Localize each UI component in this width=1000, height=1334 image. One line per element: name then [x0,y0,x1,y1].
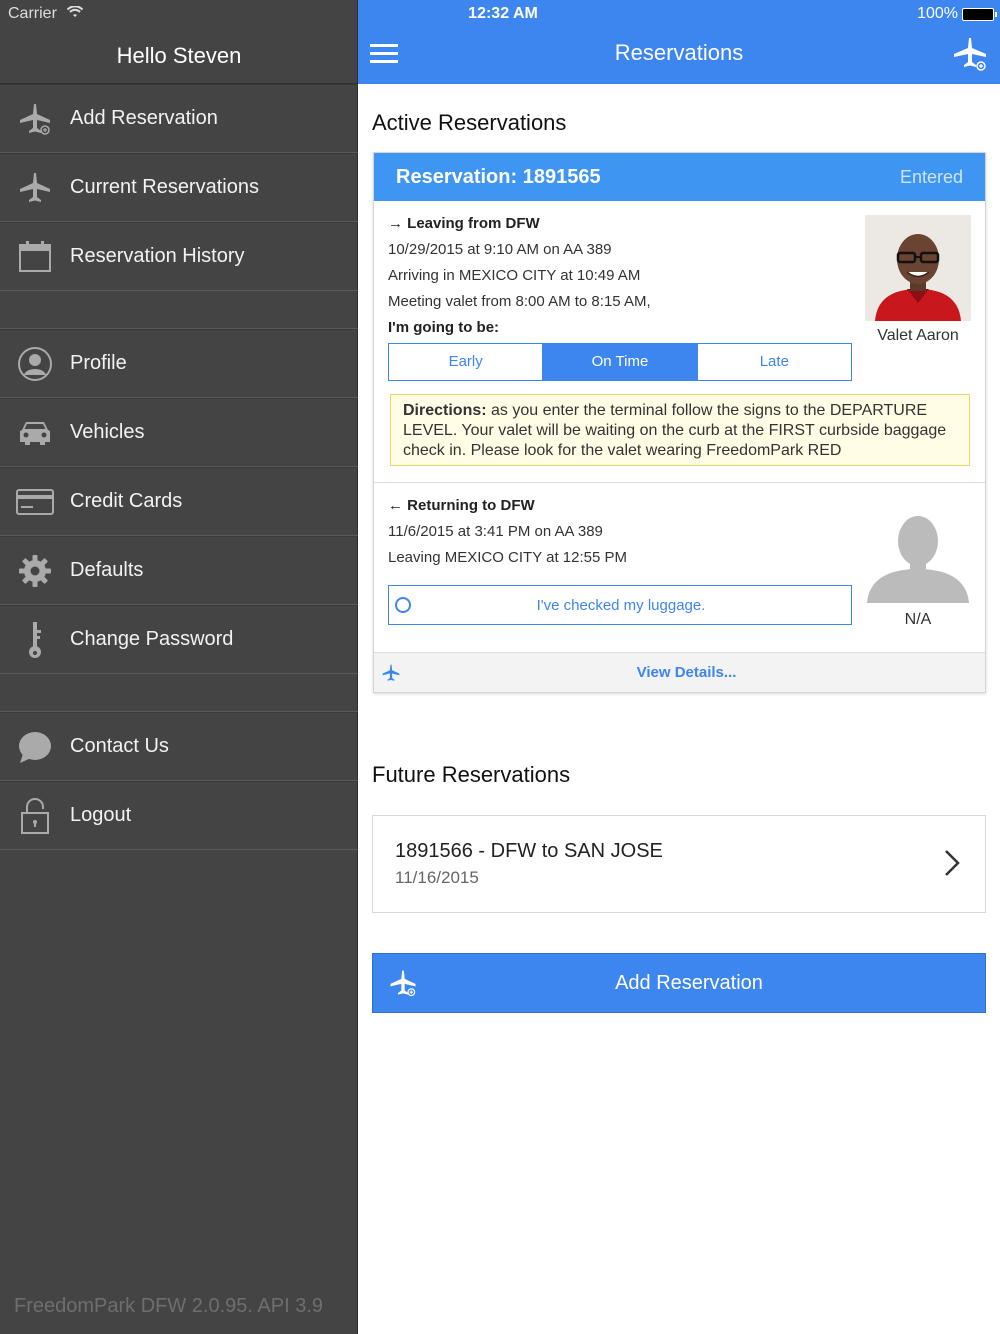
wifi-icon [67,5,84,21]
sidebar-item-label: Vehicles [70,421,145,443]
credit-card-icon [0,467,70,536]
sidebar-item-label: Change Password [70,628,234,650]
sidebar-item-label: Current Reservations [70,176,259,198]
sidebar-item-vehicles[interactable]: Vehicles [0,398,358,467]
future-reservation-date: 11/16/2015 [395,868,479,887]
battery-percent: 100% [917,5,958,22]
valet-name: Valet Aaron [877,327,959,344]
sidebar-item-contact-us[interactable]: Contact Us [0,712,358,781]
gear-icon [0,536,70,605]
view-details-link[interactable]: View Details... [374,652,985,692]
add-reservation-plane-icon[interactable] [952,36,988,72]
option-late[interactable]: Late [698,344,851,380]
directions-box: Directions: as you enter the terminal fo… [390,394,970,466]
chat-icon [0,712,70,781]
sidebar-item-logout[interactable]: Logout [0,781,358,850]
sidebar-menu: Add Reservation Current Reservations Res… [0,84,358,850]
lock-icon [0,781,70,850]
sidebar-item-label: Credit Cards [70,490,183,512]
battery-icon [962,7,997,21]
sidebar-item-label: Profile [70,352,127,374]
main-panel: 12:32 AM 100% Reservations Active Reserv… [358,0,1000,1334]
nav-bar: 12:32 AM 100% Reservations [358,0,1000,84]
app-version: FreedomPark DFW 2.0.95. API 3.9 [14,1295,324,1317]
sidebar-item-label: Defaults [70,559,144,581]
sidebar-item-current-reservations[interactable]: Current Reservations [0,153,358,222]
status-battery: 100% [917,5,997,23]
valet-photo [865,215,971,321]
sidebar-item-label: Contact Us [70,735,169,757]
sidebar-item-reservation-history[interactable]: Reservation History [0,222,358,291]
option-early[interactable]: Early [389,344,544,380]
user-icon [0,329,70,398]
sidebar-item-label: Reservation History [70,245,245,267]
future-reservation-item[interactable]: 1891566 - DFW to SAN JOSE 11/16/2015 [372,815,986,913]
future-reservations-title: Future Reservations [372,762,571,787]
valet-placeholder-avatar [865,507,971,603]
add-reservation-button[interactable]: Add Reservation [372,953,986,1013]
menu-divider [0,291,358,329]
add-reservation-label: Add Reservation [615,971,763,994]
active-reservation-card: Reservation: 1891565 Entered → Leaving f… [373,152,986,693]
car-icon [0,398,70,467]
directions-label: Directions: [403,402,487,419]
menu-divider [0,674,358,712]
sidebar-greeting: Hello Steven [0,28,358,84]
reservation-id: Reservation: 1891565 [396,165,601,188]
status-badge: Entered [899,166,963,187]
status-time: 12:32 AM [468,5,538,22]
radio-circle-icon [395,597,411,613]
sidebar-item-profile[interactable]: Profile [0,329,358,398]
luggage-checked-toggle[interactable]: I've checked my luggage. [388,585,852,625]
view-details-label: View Details... [636,664,737,681]
plane-add-icon [373,968,433,998]
active-reservations-title: Active Reservations [372,110,567,135]
carrier-label: Carrier [8,5,57,22]
sidebar-item-add-reservation[interactable]: Add Reservation [0,84,358,153]
reservation-header: Reservation: 1891565 Entered [374,153,985,201]
outbound-leg: → Leaving from DFW 10/29/2015 at 9:10 AM… [374,201,985,483]
plane-icon [374,663,408,683]
valet-name: N/A [904,611,932,628]
sidebar-item-change-password[interactable]: Change Password [0,605,358,674]
option-on-time[interactable]: On Time [543,344,698,380]
calendar-icon [0,222,70,291]
page-title: Reservations [614,40,744,65]
plane-add-icon [0,84,70,153]
sidebar-item-credit-cards[interactable]: Credit Cards [0,467,358,536]
return-leg: ← Returning to DFW 11/6/2015 at 3:41 PM … [374,483,985,653]
status-bar-left: Carrier [0,0,358,28]
sidebar-item-label: Logout [70,804,132,826]
sidebar-item-defaults[interactable]: Defaults [0,536,358,605]
key-icon [0,605,70,674]
future-reservation-title: 1891566 - DFW to SAN JOSE [395,840,663,862]
arrival-timing-selector: Early On Time Late [388,343,852,381]
luggage-label: I've checked my luggage. [536,596,706,614]
sidebar: Carrier Hello Steven Add Reservation Cur… [0,0,358,1334]
plane-icon [0,153,70,222]
sidebar-item-label: Add Reservation [70,107,218,129]
chevron-right-icon [943,848,961,883]
